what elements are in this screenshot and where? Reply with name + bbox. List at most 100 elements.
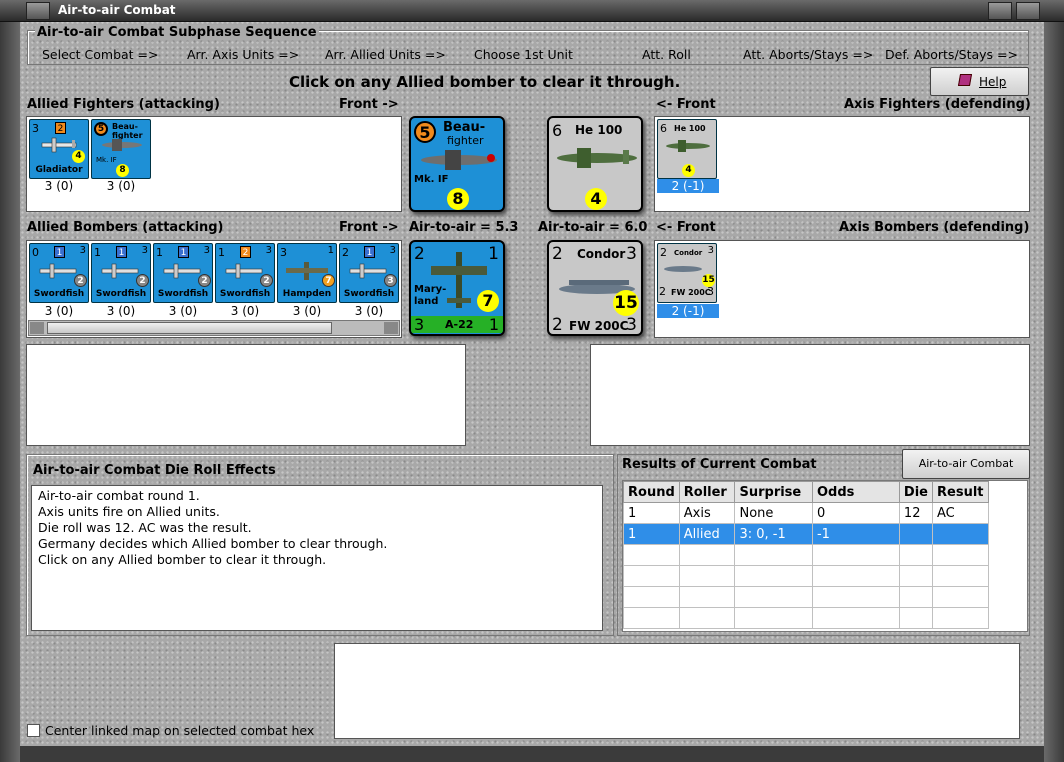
counter-name: Hampden — [282, 289, 332, 299]
counter-value: 6 — [660, 122, 667, 135]
minimize-icon[interactable] — [988, 2, 1012, 20]
counter-value: 2 — [660, 246, 667, 259]
col-result[interactable]: Result — [932, 481, 989, 503]
table-cell: 3: 0, -1 — [734, 523, 813, 545]
active-allied-fighter[interactable]: 5 Beau- fighter Mk. IF 8 — [409, 116, 505, 212]
col-round[interactable]: Round — [623, 481, 680, 503]
log-line: Die roll was 12. AC was the result. — [38, 520, 252, 535]
allied-fighters-front: Front -> — [339, 97, 399, 112]
counter-name: Condor — [674, 249, 703, 257]
table-row-selected[interactable]: 1 Allied 3: 0, -1 -1 — [623, 523, 989, 545]
axis-bombers-title: Axis Bombers (defending) — [839, 220, 1030, 235]
table-cell: 12 — [898, 502, 934, 524]
unit-counter-swordfish[interactable]: 1 1 3 2 Swordfish — [153, 243, 213, 303]
help-button[interactable]: Help — [930, 67, 1029, 96]
message-panel — [334, 643, 1020, 739]
die-effects-group: Air-to-air Combat Die Roll Effects Air-t… — [26, 454, 614, 636]
results-table: Round Roller Surprise Odds Die Result 1A… — [623, 481, 989, 629]
allied-fighters-title: Allied Fighters (attacking) — [27, 97, 220, 112]
counter-square: 1 — [116, 246, 127, 258]
unit-value: 3 (0) — [106, 304, 136, 318]
unit-counter-condor[interactable]: 2 Condor 3 15 2 FW 200C 3 — [657, 243, 717, 303]
step-choose-first: Choose 1st Unit — [474, 47, 573, 62]
counter-value: 3 — [626, 315, 637, 335]
scroll-thumb[interactable] — [47, 322, 332, 334]
col-die[interactable]: Die — [898, 481, 934, 503]
unit-value: 3 (0) — [168, 304, 198, 318]
table-cell — [898, 523, 934, 545]
counter-circle: 2 — [198, 274, 211, 287]
unit-value: 3 (0) — [106, 179, 136, 193]
counter-name2: land — [414, 296, 439, 307]
table-row[interactable]: 1 Axis None 0 12 AC — [623, 502, 989, 524]
counter-name: Swordfish — [219, 289, 271, 299]
help-label: Help — [979, 75, 1007, 89]
counter-value: 2 — [552, 244, 563, 264]
results-header-row: Round Roller Surprise Odds Die Result — [623, 481, 989, 503]
unit-value: 3 (0) — [230, 304, 260, 318]
combat-chart-button[interactable]: Air-to-air Combat Chart — [902, 449, 1030, 498]
unit-counter-swordfish[interactable]: 1 2 3 2 Swordfish — [215, 243, 275, 303]
counter-circle: 7 — [477, 290, 499, 312]
counter-name: Swordfish — [33, 289, 85, 299]
active-axis-bomber[interactable]: 2 Condor 3 15 2 FW 200C 3 — [547, 240, 643, 336]
counter-circle: 8 — [447, 188, 469, 210]
unit-counter-swordfish[interactable]: 2 1 3 3 Swordfish — [339, 243, 399, 303]
counter-name: Gladiator — [35, 165, 83, 175]
scroll-right-icon[interactable] — [384, 322, 398, 334]
counter-value: 2 — [659, 285, 666, 298]
counter-value: 1 — [94, 246, 101, 259]
axis-bombers-front: <- Front — [656, 220, 716, 235]
unit-counter-gladiator[interactable]: 3 2 4 Gladiator — [29, 119, 89, 179]
unit-counter-beaufighter[interactable]: 5 Beau-fighter Mk. IF 8 — [91, 119, 151, 179]
counter-circle: 8 — [116, 164, 129, 177]
counter-value: 3 — [414, 315, 425, 334]
unit-counter-hampden[interactable]: 3 1 7 Hampden — [277, 243, 337, 303]
counter-name: He 100 — [575, 123, 623, 137]
counter-value: 1 — [156, 246, 163, 259]
unit-counter-he100[interactable]: 6 He 100 4 — [657, 119, 717, 179]
close-icon[interactable] — [1016, 2, 1040, 20]
center-map-label: Center linked map on selected combat hex — [45, 723, 315, 738]
center-map-checkbox[interactable] — [27, 724, 40, 737]
log-line: Air-to-air combat round 1. — [38, 488, 200, 503]
table-cell: -1 — [811, 523, 900, 545]
unit-value: 3 (0) — [354, 304, 384, 318]
allied-bombers-panel: 0 1 3 2 Swordfish 3 (0) 1 1 3 2 Swordfish 3 (0) 1 1 3 2… — [26, 240, 402, 338]
allied-bombers-front: Front -> — [339, 220, 399, 235]
scroll-left-icon[interactable] — [30, 322, 44, 334]
counter-value: 3 — [280, 246, 287, 259]
counter-value: 0 — [32, 246, 39, 259]
table-row-empty — [623, 586, 989, 608]
unit-value-selected: 2 (-1) — [657, 179, 719, 193]
counter-name: Swordfish — [157, 289, 209, 299]
die-effects-log: Air-to-air combat round 1. Axis units fi… — [31, 485, 603, 631]
counter-square: 1 — [178, 246, 189, 258]
counter-value: 3 — [265, 245, 272, 256]
plane-icon — [664, 266, 702, 272]
counter-value: 3 — [707, 285, 714, 298]
results-title: Results of Current Combat — [622, 457, 817, 472]
col-roller[interactable]: Roller — [678, 481, 736, 503]
counter-value: 3 — [203, 245, 210, 256]
counter-name: Beau- — [443, 120, 486, 135]
counter-circle: 2 — [260, 274, 273, 287]
counter-name: Swordfish — [95, 289, 147, 299]
col-surprise[interactable]: Surprise — [734, 481, 813, 503]
active-allied-bomber[interactable]: 2 1 Mary- land 7 3 A-22 1 — [409, 240, 505, 336]
he100-icon — [557, 148, 637, 168]
counter-circle: 2 — [74, 274, 87, 287]
active-axis-fighter[interactable]: 6 He 100 4 — [547, 116, 643, 212]
counter-value: 2 — [552, 315, 563, 335]
bombers-scrollbar[interactable] — [28, 320, 400, 336]
unit-value: 3 (0) — [292, 304, 322, 318]
subphase-title: Air-to-air Combat Subphase Sequence — [35, 25, 319, 40]
unit-counter-swordfish[interactable]: 0 1 3 2 Swordfish — [29, 243, 89, 303]
col-odds[interactable]: Odds — [811, 481, 900, 503]
system-menu-icon[interactable] — [26, 2, 50, 20]
counter-circle: 2 — [136, 274, 149, 287]
log-line: Axis units fire on Allied units. — [38, 504, 220, 519]
instruction-text: Click on any Allied bomber to clear it t… — [289, 73, 681, 91]
unit-counter-swordfish[interactable]: 1 1 3 2 Swordfish — [91, 243, 151, 303]
window-frame-bottom — [20, 746, 1044, 762]
